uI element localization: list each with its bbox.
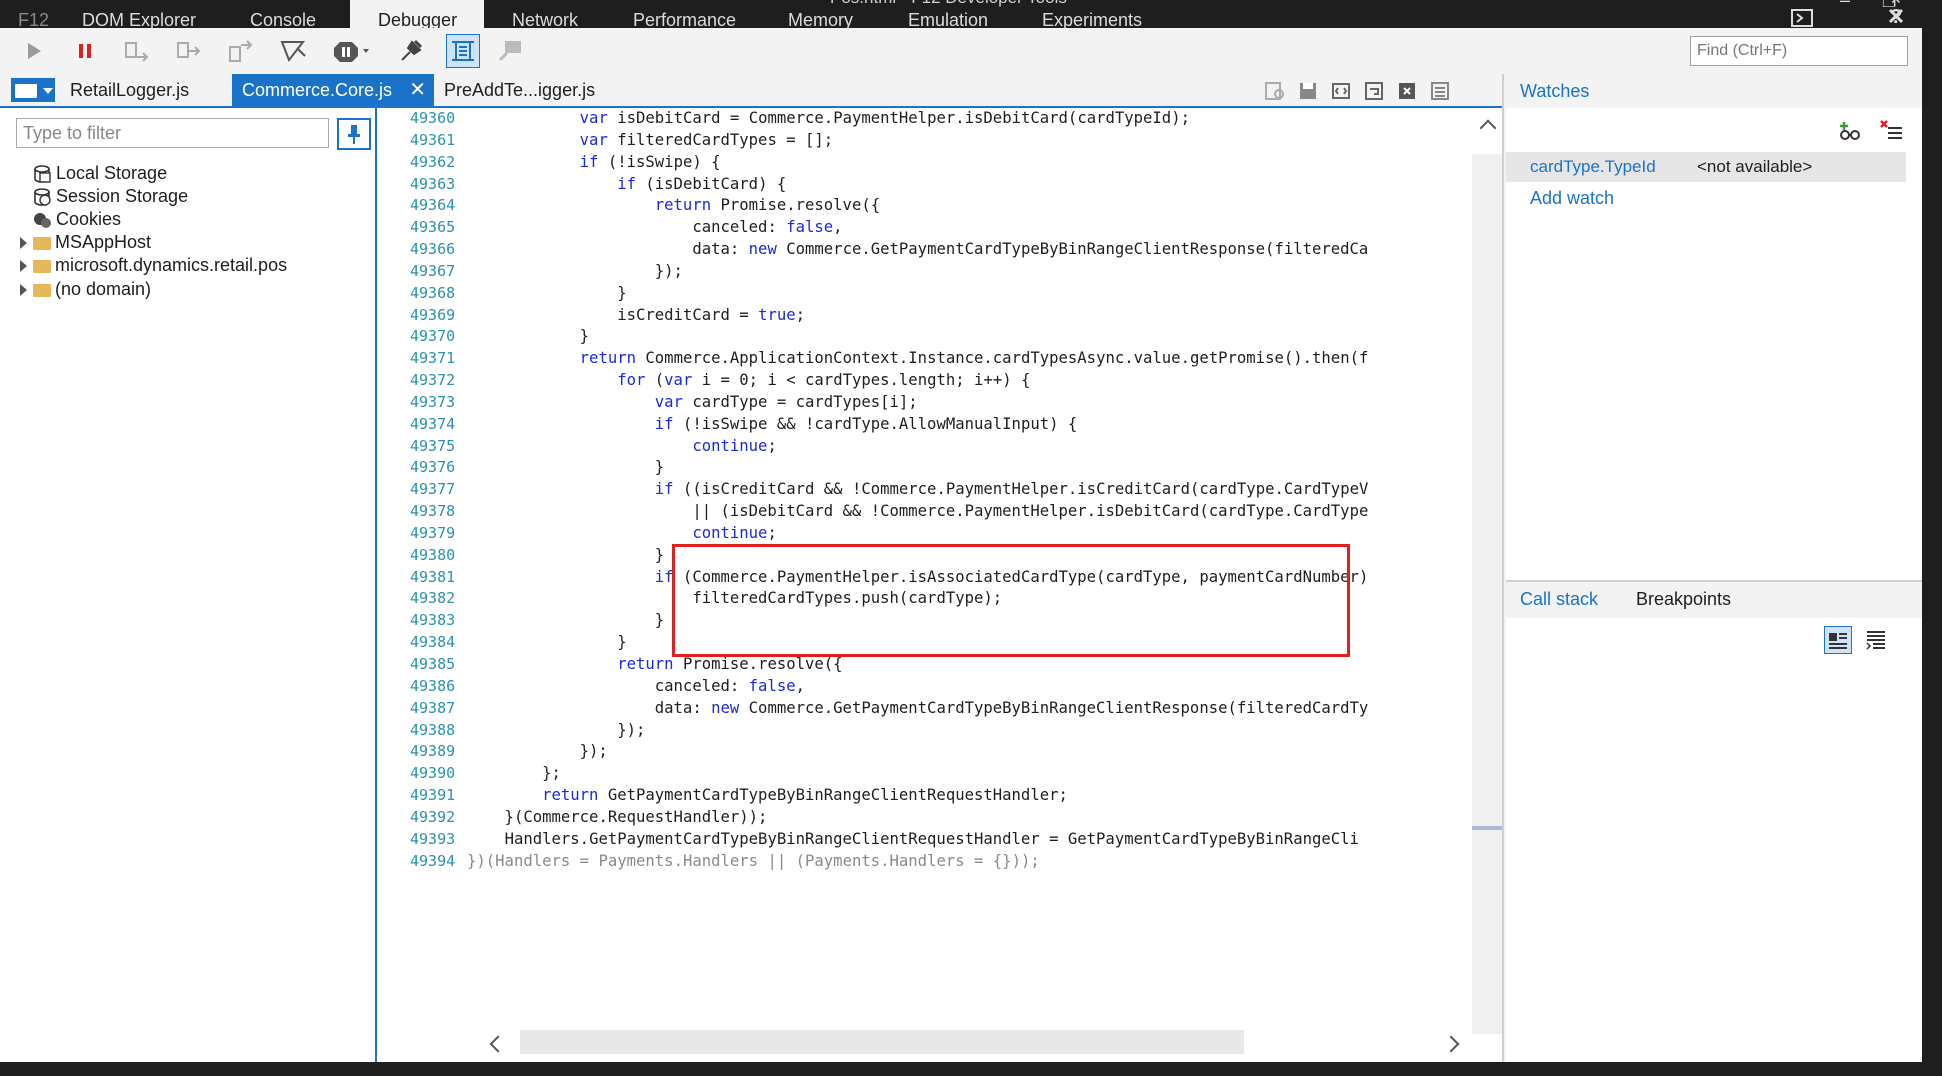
- cookies-icon: [34, 213, 51, 229]
- file-tab-bar: RetailLogger.js Commerce.Core.js ✕ PreAd…: [0, 74, 1506, 108]
- tab-console[interactable]: Console: [250, 0, 316, 28]
- show-frames-icon[interactable]: [1824, 626, 1852, 654]
- braces-icon[interactable]: [1330, 80, 1352, 102]
- close-tab-icon[interactable]: ✕: [409, 74, 426, 106]
- break-on-new-worker-icon[interactable]: [278, 36, 308, 66]
- continue-icon[interactable]: [18, 36, 48, 66]
- file-tab-label: Commerce.Core.js: [242, 80, 393, 100]
- step-out-icon[interactable]: [226, 36, 256, 66]
- add-watch-link[interactable]: Add watch: [1530, 184, 1614, 212]
- expand-icon[interactable]: [20, 260, 27, 273]
- tab-memory[interactable]: Memory: [788, 0, 853, 28]
- close-window-icon[interactable]: [1886, 6, 1906, 28]
- watch-row[interactable]: cardType.TypeId <not available>: [1506, 152, 1906, 182]
- line-number[interactable]: 49394: [410, 848, 455, 875]
- session-storage-icon: [34, 188, 51, 207]
- watches-header: Watches: [1506, 74, 1922, 108]
- tab-breakpoints[interactable]: Breakpoints: [1636, 589, 1731, 610]
- scroll-left-icon[interactable]: [489, 1035, 507, 1053]
- file-tab-preaddtrigger[interactable]: PreAddTe...igger.js: [434, 74, 595, 106]
- format-document-icon[interactable]: [1264, 80, 1286, 102]
- tree-item-label: Session Storage: [56, 186, 189, 206]
- tree-item-label: Local Storage: [56, 163, 168, 183]
- tab-performance[interactable]: Performance: [633, 0, 736, 28]
- code-editor[interactable]: 49360 var isDebitCard = Commerce.Payment…: [377, 108, 1502, 1062]
- window-edge: [1922, 28, 1942, 1076]
- watch-name[interactable]: cardType.TypeId: [1530, 152, 1656, 182]
- tree-item-label: (no domain): [55, 279, 152, 299]
- f12-label: F12: [18, 10, 50, 28]
- folder-icon: [33, 236, 51, 250]
- delete-all-watches-icon[interactable]: [1880, 120, 1904, 144]
- save-icon[interactable]: [1297, 80, 1319, 102]
- open-document-icon[interactable]: [11, 78, 55, 102]
- horizontal-scrollbar[interactable]: [377, 1030, 1472, 1056]
- tab-debugger[interactable]: Debugger: [350, 0, 484, 28]
- step-into-icon[interactable]: [122, 36, 152, 66]
- filter-input[interactable]: Type to filter: [16, 118, 329, 148]
- scroll-track-horizontal[interactable]: [520, 1030, 1244, 1054]
- just-my-code-icon[interactable]: [446, 34, 480, 68]
- tree-item-label: microsoft.dynamics.retail.pos: [55, 255, 288, 275]
- expand-icon[interactable]: [20, 284, 27, 297]
- tree-item-label: Cookies: [56, 209, 122, 229]
- folder-icon: [33, 283, 51, 297]
- minimize-button[interactable]: –: [1840, 0, 1850, 11]
- scroll-up-icon[interactable]: [1479, 119, 1497, 137]
- debugger-toolbar: Find (Ctrl+F): [0, 28, 1922, 75]
- pretty-print-icon[interactable]: [496, 36, 526, 66]
- step-over-icon[interactable]: [174, 36, 204, 66]
- code-lines[interactable]: 49360 var isDebitCard = Commerce.Payment…: [377, 108, 1502, 1052]
- tab-bar: F12 Pos.html - F12 Developer Tools DOM E…: [0, 0, 1942, 28]
- local-storage-icon: [34, 165, 51, 184]
- watches-title: Watches: [1520, 81, 1590, 101]
- file-tab-commerce-core[interactable]: Commerce.Core.js ✕: [232, 74, 434, 106]
- watches-panel: Watches cardType.TypeId <not available> …: [1506, 74, 1922, 1062]
- tab-emulation[interactable]: Emulation: [908, 0, 988, 28]
- folder-icon: [33, 259, 51, 273]
- script-explorer: Type to filter Local Storage Session Sto…: [0, 108, 377, 1062]
- tab-dom-explorer[interactable]: DOM Explorer: [82, 0, 196, 28]
- expand-icon[interactable]: [20, 237, 27, 250]
- window-bottom-edge: [0, 1062, 1922, 1076]
- tab-call-stack[interactable]: Call stack: [1520, 589, 1598, 610]
- vertical-scrollbar[interactable]: [1472, 108, 1502, 1052]
- watch-value: <not available>: [1697, 157, 1813, 176]
- scroll-track[interactable]: [1472, 154, 1502, 1034]
- document-list-icon[interactable]: [1429, 80, 1451, 102]
- source-map-icon[interactable]: [1396, 80, 1418, 102]
- code-line[interactable]: })(Handlers = Payments.Handlers || (Paym…: [467, 848, 1040, 875]
- disconnect-icon[interactable]: [396, 36, 426, 66]
- find-input[interactable]: Find (Ctrl+F): [1690, 36, 1908, 66]
- exceptions-icon[interactable]: [330, 36, 374, 66]
- pin-icon[interactable]: [337, 118, 371, 150]
- file-tab-retaillogger[interactable]: RetailLogger.js: [60, 74, 189, 106]
- add-watch-icon[interactable]: [1838, 120, 1862, 144]
- dock-icon[interactable]: [1790, 8, 1814, 28]
- tree-item-no-domain[interactable]: (no domain): [20, 276, 151, 302]
- word-wrap-icon[interactable]: [1363, 80, 1385, 102]
- show-code-icon[interactable]: [1864, 628, 1888, 652]
- tab-experiments[interactable]: Experiments: [1042, 0, 1142, 28]
- break-icon[interactable]: [70, 36, 100, 66]
- bottom-tab-bar: Call stack Breakpoints: [1506, 580, 1922, 618]
- tree-item-retail-pos[interactable]: microsoft.dynamics.retail.pos: [20, 252, 287, 278]
- tab-network[interactable]: Network: [512, 0, 578, 28]
- scroll-right-icon[interactable]: [1442, 1035, 1460, 1053]
- scroll-thumb[interactable]: [1472, 826, 1502, 830]
- tree-item-label: MSAppHost: [55, 232, 152, 252]
